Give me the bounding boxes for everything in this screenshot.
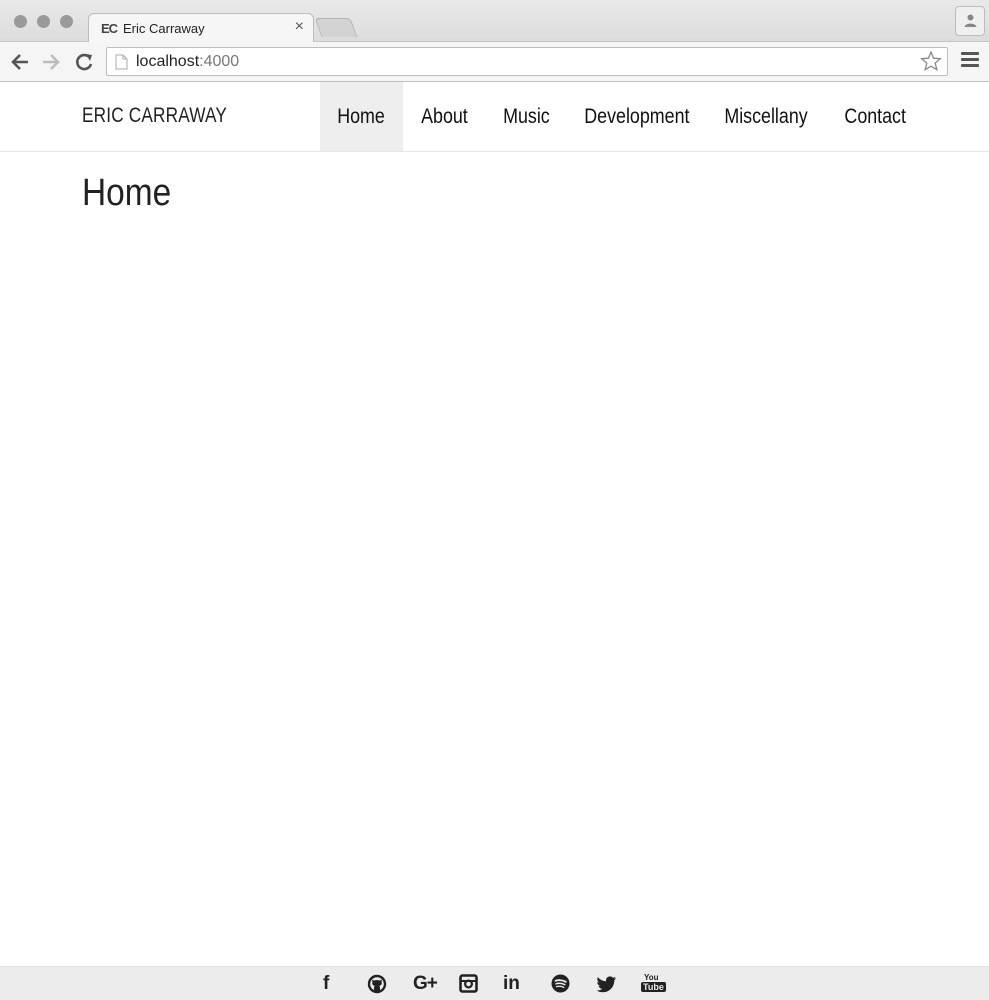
maximize-window-button[interactable] <box>60 15 73 28</box>
browser-titlebar: EC Eric Carraway × <box>0 0 989 43</box>
main-nav: Home About Music Development Miscellany … <box>320 82 925 151</box>
forward-icon[interactable] <box>40 51 62 73</box>
page-title: Home <box>82 172 172 214</box>
instagram-icon[interactable] <box>457 974 503 996</box>
new-tab-button[interactable] <box>314 18 358 37</box>
star-icon[interactable] <box>920 50 942 72</box>
tab-title: Eric Carraway <box>123 21 205 36</box>
profile-button[interactable] <box>955 6 985 36</box>
linkedin-icon[interactable]: in <box>503 973 549 996</box>
social-links: f G+ in You Tube <box>319 973 687 996</box>
favicon-icon: EC <box>101 21 118 36</box>
nav-item-home[interactable]: Home <box>320 82 403 151</box>
close-window-button[interactable] <box>14 15 27 28</box>
minimize-window-button[interactable] <box>37 15 50 28</box>
site-header: ERIC CARRAWAY Home About Music Developme… <box>0 82 989 152</box>
github-icon[interactable] <box>365 974 411 996</box>
menu-icon[interactable] <box>961 52 979 70</box>
spotify-icon[interactable] <box>549 974 595 996</box>
facebook-icon[interactable]: f <box>319 973 365 996</box>
tab-close-icon[interactable]: × <box>295 18 304 36</box>
nav-item-contact[interactable]: Contact <box>825 82 925 151</box>
profile-icon <box>964 14 977 27</box>
nav-item-development[interactable]: Development <box>567 82 707 151</box>
url-text: localhost:4000 <box>136 53 240 70</box>
site-footer: f G+ in You Tube <box>0 966 989 1000</box>
site-brand[interactable]: ERIC CARRAWAY <box>82 104 227 128</box>
twitter-icon[interactable] <box>595 974 641 996</box>
nav-item-music[interactable]: Music <box>485 82 567 151</box>
browser-tab[interactable]: EC Eric Carraway × <box>88 13 314 43</box>
google-plus-icon[interactable]: G+ <box>411 973 457 996</box>
youtube-icon[interactable]: You Tube <box>641 973 687 996</box>
nav-item-about[interactable]: About <box>403 82 485 151</box>
reload-icon[interactable] <box>73 51 95 73</box>
nav-item-miscellany[interactable]: Miscellany <box>707 82 825 151</box>
address-bar[interactable]: localhost:4000 <box>106 47 948 76</box>
page-icon <box>115 54 128 70</box>
back-icon[interactable] <box>9 51 31 73</box>
browser-toolbar: localhost:4000 <box>0 42 989 82</box>
